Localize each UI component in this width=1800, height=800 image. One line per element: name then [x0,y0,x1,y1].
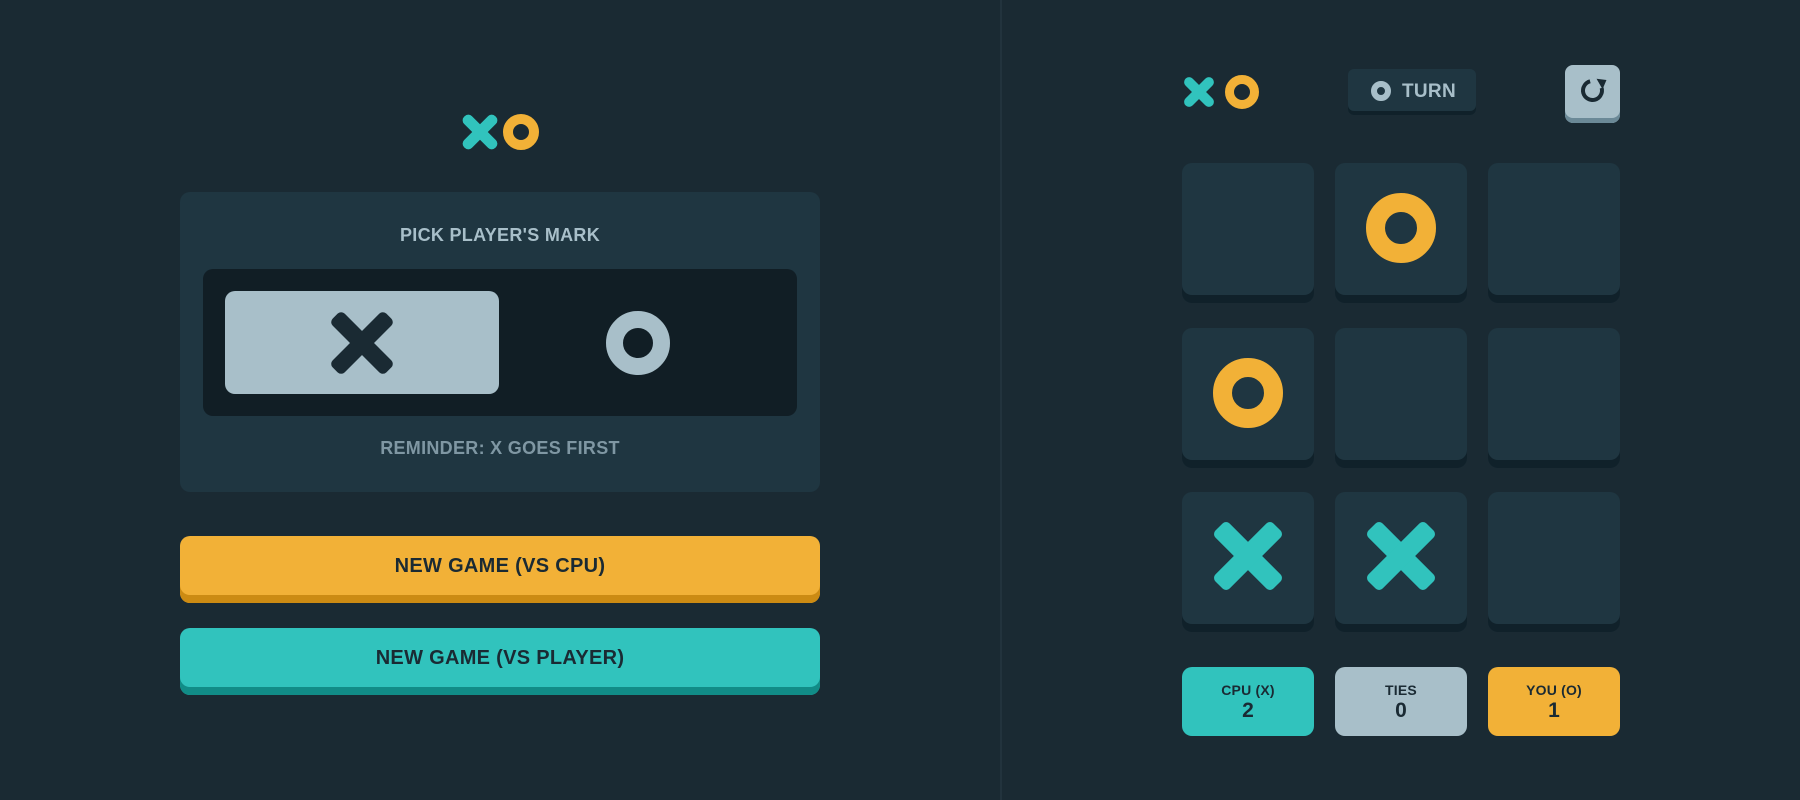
mark-toggle [203,269,797,416]
score-you-value: 1 [1548,699,1560,722]
o-mark-icon [1366,193,1436,263]
x-mark-icon [460,112,500,152]
pick-mark-title: PICK PLAYER'S MARK [399,225,601,245]
board-cell-2-3[interactable] [1488,328,1620,468]
score-ties-value: 0 [1395,699,1407,722]
board-cell-1-3[interactable] [1488,163,1620,303]
score-you: YOU (O) 1 [1488,667,1620,736]
board-cell-1-1[interactable] [1182,163,1314,303]
score-ties: TIES 0 [1335,667,1467,736]
x-mark-icon [330,311,394,375]
pick-mark-card: PICK PLAYER'S MARK REMINDER: X GOES FIRS… [180,192,820,492]
board-cell-1-2[interactable] [1335,163,1467,303]
x-mark-icon [1182,75,1216,109]
score-cpu-label: CPU (X) [1221,682,1275,698]
reminder-text: REMINDER: X GOES FIRST [380,438,620,458]
board-cell-2-2[interactable] [1335,328,1467,468]
o-mark-icon [1371,81,1391,101]
x-mark-icon [1214,522,1282,590]
logo [460,112,540,152]
o-mark-icon [503,114,539,150]
o-mark-icon [1213,358,1283,428]
restart-button[interactable] [1565,65,1620,123]
new-game-vs-player-button[interactable]: NEW GAME (VS PLAYER) [180,628,820,695]
o-mark-icon [1225,75,1259,109]
x-mark-icon [1367,522,1435,590]
score-you-label: YOU (O) [1526,682,1582,698]
score-ties-label: TIES [1385,682,1417,698]
turn-label: TURN [1402,81,1456,102]
turn-indicator: TURN [1348,69,1476,115]
o-mark-icon [606,311,670,375]
game-screen: PICK PLAYER'S MARK REMINDER: X GOES FIRS… [0,0,1800,800]
new-game-vs-cpu-button[interactable]: NEW GAME (VS CPU) [180,536,820,603]
board-cell-3-1[interactable] [1182,492,1314,632]
mark-option-x[interactable] [225,291,499,394]
board-cell-2-1[interactable] [1182,328,1314,468]
board-cell-3-3[interactable] [1488,492,1620,632]
logo [1182,75,1262,111]
score-cpu: CPU (X) 2 [1182,667,1314,736]
divider [1000,0,1002,800]
board-cell-3-2[interactable] [1335,492,1467,632]
mark-option-o[interactable] [501,291,775,394]
score-cpu-value: 2 [1242,699,1254,722]
